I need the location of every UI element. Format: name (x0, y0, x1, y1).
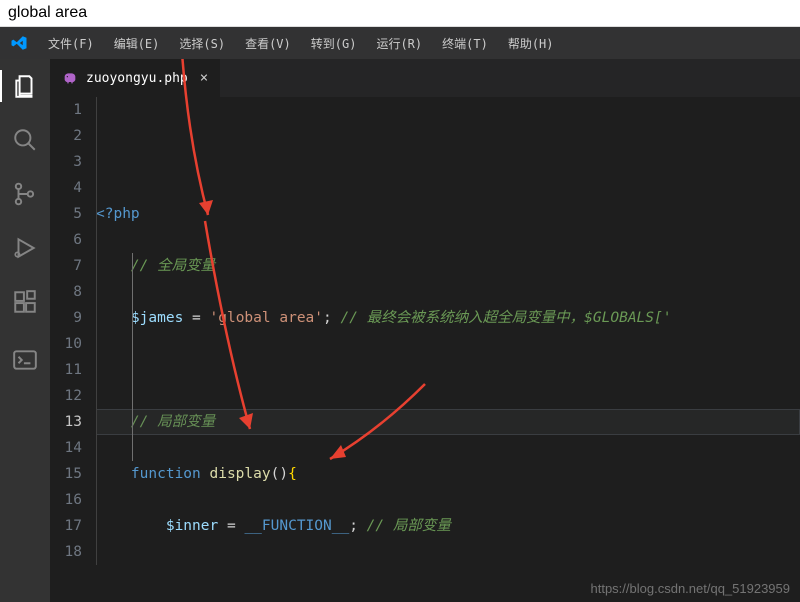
menu-view[interactable]: 查看(V) (235, 35, 301, 52)
menu-edit[interactable]: 编辑(E) (104, 35, 170, 52)
menu-selection[interactable]: 选择(S) (169, 35, 235, 52)
extensions-icon[interactable] (12, 289, 38, 315)
menu-help[interactable]: 帮助(H) (498, 35, 564, 52)
tab-zuoyongyu[interactable]: zuoyongyu.php × (50, 59, 220, 97)
menu-go[interactable]: 转到(G) (301, 35, 367, 52)
line-gutter: 123456789101112131415161718 (50, 97, 96, 602)
menu-terminal[interactable]: 终端(T) (432, 35, 498, 52)
search-icon[interactable] (12, 127, 38, 153)
code-editor[interactable]: 123456789101112131415161718 <?php // 全局变… (50, 97, 800, 602)
terminal-icon[interactable] (12, 347, 38, 373)
editor-main: zuoyongyu.php × E:› phpstudy› php2018› P… (50, 59, 800, 602)
tab-close-icon[interactable]: × (200, 70, 208, 86)
menu-bar: 文件(F) 编辑(E) 选择(S) 查看(V) 转到(G) 运行(R) 终端(T… (0, 27, 800, 59)
tab-label: zuoyongyu.php (86, 71, 188, 86)
tab-bar: zuoyongyu.php × (50, 59, 800, 97)
php-elephant-icon (62, 70, 78, 86)
vscode-window: 文件(F) 编辑(E) 选择(S) 查看(V) 转到(G) 运行(R) 终端(T… (0, 27, 800, 602)
output-pane: global area (0, 0, 800, 27)
menu-file[interactable]: 文件(F) (38, 35, 104, 52)
explorer-icon[interactable] (12, 73, 38, 99)
vscode-logo-icon (10, 34, 28, 52)
activity-bar (0, 59, 50, 602)
run-debug-icon[interactable] (12, 235, 38, 261)
source-control-icon[interactable] (12, 181, 38, 207)
code-lines[interactable]: <?php // 全局变量 $james = 'global area'; //… (96, 97, 800, 602)
menu-run[interactable]: 运行(R) (366, 35, 432, 52)
